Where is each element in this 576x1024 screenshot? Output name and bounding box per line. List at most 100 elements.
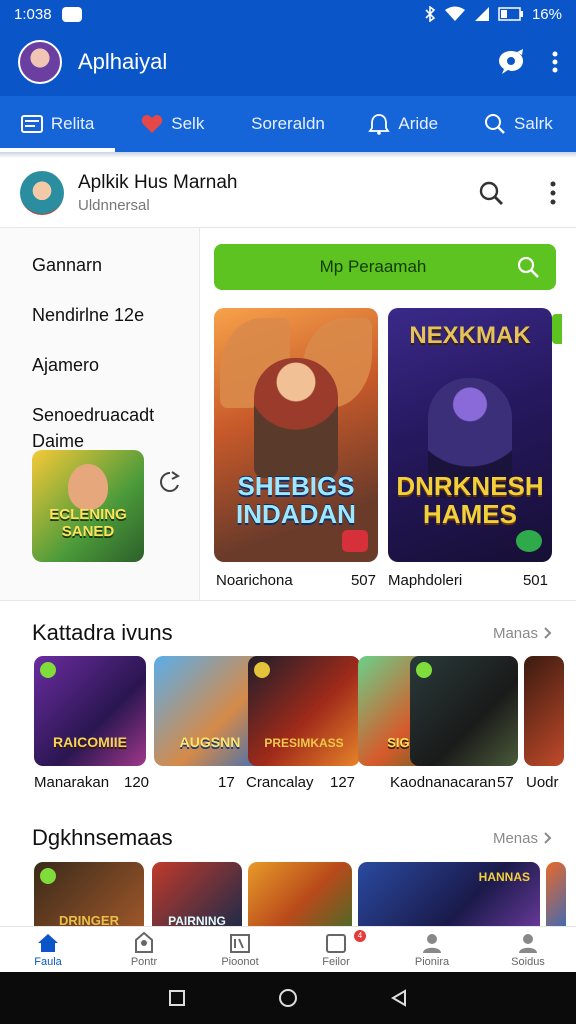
section-divider [0,600,576,601]
game-count: 120 [124,774,150,791]
status-time: 1:038 [14,5,52,23]
featured-game-card[interactable]: NEXKMAK DNRKNESH HAMES [388,308,552,562]
tab-label: Soreraldn [251,114,325,133]
game-thumb[interactable]: HANNAS [358,862,540,932]
nav-label: Pionira [414,955,450,968]
game-thumb[interactable]: PAIRNING [152,862,242,932]
nav-pontr[interactable]: Pontr [96,927,192,972]
search-icon[interactable] [478,180,504,206]
sidebar-item-ajamero[interactable]: Ajamero [32,352,199,378]
section-header: Kattadra ivuns Manas [32,620,552,646]
nav-feilor[interactable]: 4 Feilor [288,927,384,972]
nav-pioonot[interactable]: Pioonot [192,927,288,972]
profile-avatar[interactable] [20,170,64,215]
next-card-peek[interactable] [552,314,562,344]
featured-game-card[interactable]: SHEBIGS INDADAN [214,308,378,562]
badge-icon [40,662,56,678]
more-vert-icon[interactable] [552,51,558,73]
signal-icon [474,7,489,21]
platform-badge-icon [516,530,542,552]
game-row: RAICOMIIE AUGSNN PRESIMKASS SIGRINE [34,656,576,768]
tab-salrk[interactable]: Salrk [461,96,576,152]
home-circle-icon[interactable] [278,988,298,1008]
character-art [254,358,338,478]
library-icon [229,932,251,954]
badge-icon [416,662,432,678]
game-count: 501 [522,572,548,589]
primary-search-button[interactable]: Mp Peraamah [214,244,556,290]
game-count: 127 [330,774,356,791]
recents-icon[interactable] [168,989,186,1007]
tab-label: Aride [398,114,439,133]
featured-caption: Maphdoleri 501 [388,572,548,589]
game-title: DNRKNESH HAMES [396,471,544,529]
game-thumb[interactable]: PRESIMKASS [248,656,360,766]
game-title: AUGSNN [179,734,241,750]
nav-label: Pontr [130,955,158,968]
sidebar-game-thumb[interactable]: ECLENING SANED [32,450,144,562]
nav-label: Faula [34,955,62,968]
tab-label: Relita [50,114,95,133]
profile-subtitle: Uldnnersal [78,196,150,214]
nav-pionira[interactable]: Pionira [384,927,480,972]
back-icon[interactable] [390,989,408,1007]
game-name: Maphdoleri [388,572,463,589]
nav-soidus[interactable]: Soidus [480,927,576,972]
see-more-label: Menas [492,829,538,847]
notification-badge: 4 [354,930,366,942]
search-button-label: Mp Peraamah [319,257,427,276]
game-thumb[interactable]: DRINGER [34,862,144,932]
game-name: Uodr [526,774,559,791]
section-header: Dgkhnsemaas Menas [32,825,552,851]
profile-header: Aplkik Hus Marnah Uldnnersal [0,158,576,228]
game-name: Kaodnanacaran [390,774,496,791]
bottom-navigation: Faula Pontr Pioonot 4 Feilor Pionira Soi… [0,926,576,972]
platform-badge-icon [342,530,368,552]
user-avatar[interactable] [18,40,62,84]
featured-caption: Noarichona 507 [216,572,376,589]
game-name: Manarakan [34,774,110,791]
tab-selk[interactable]: Selk [115,96,230,152]
chevron-right-icon [544,832,552,844]
game-thumb[interactable]: RAICOMIIE [34,656,146,766]
game-count: 17 [218,774,235,791]
badge-icon [40,868,56,884]
store-icon [133,931,155,954]
tab-label: Salrk [514,114,553,133]
tab-label: Selk [171,114,205,133]
nav-label: Feilor [322,955,350,968]
game-count: 507 [350,572,376,589]
account-icon [517,932,539,954]
sidebar-item-nendirlne[interactable]: Nendirlne 12e [32,302,199,328]
game-thumb[interactable] [248,862,352,932]
sidebar-item-senoedruacadt[interactable]: Senoedruacadt Daime [32,402,199,454]
see-more-link[interactable]: Manas [493,625,552,642]
more-vert-icon[interactable] [550,181,556,205]
tab-soreraldn[interactable]: Soreraldn [230,96,345,152]
nav-label: Pioonot [221,955,259,968]
see-more-link[interactable]: Menas [493,830,552,847]
tab-aride[interactable]: Aride [346,96,461,152]
game-thumb[interactable] [546,862,566,932]
game-thumb[interactable] [410,656,518,766]
system-navigation-bar [0,972,576,1024]
sidebar-item-label: Senoedruacadt [32,405,155,425]
nav-faula[interactable]: Faula [0,927,96,972]
game-title: HANNAS [478,870,530,884]
tab-bar: Relita Selk Soreraldn Aride Salrk [0,96,576,152]
tab-relita[interactable]: Relita [0,96,116,152]
chat-bubble-icon[interactable] [496,48,526,76]
game-count: 57 [497,774,514,791]
person-icon [421,932,443,954]
status-bar: 1:038 16% [0,0,576,28]
game-name: Crancalay [246,774,314,791]
list-icon [20,113,43,135]
see-more-label: Manas [492,624,538,642]
section-title: Dgkhnsemaas [32,825,173,850]
bluetooth-icon [425,6,436,22]
game-thumb[interactable] [524,656,564,766]
app-title: Aplhaiyal [78,49,168,74]
battery-icon [498,7,523,21]
refresh-icon[interactable] [158,470,182,494]
sidebar-item-gannarn[interactable]: Gannarn [32,252,199,278]
